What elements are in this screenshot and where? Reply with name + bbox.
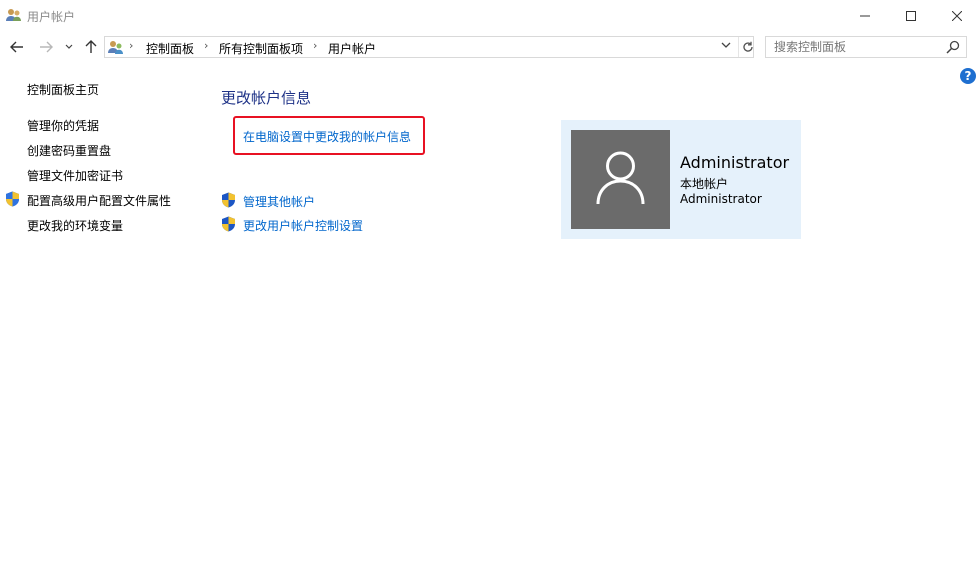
account-name: Administrator — [680, 153, 790, 172]
page-title: 更改帐户信息 — [221, 89, 312, 107]
breadcrumb-separator-icon: › — [129, 39, 134, 52]
forward-button[interactable] — [37, 37, 55, 57]
refresh-icon — [742, 41, 753, 52]
sidebar-item-manage-credentials[interactable]: 管理你的凭据 — [27, 117, 99, 134]
manage-other-accounts-link[interactable]: 管理其他帐户 — [243, 193, 315, 210]
account-card: Administrator 本地帐户 Administrator — [561, 120, 801, 239]
address-dropdown-button[interactable] — [721, 39, 731, 52]
refresh-button[interactable] — [738, 37, 756, 57]
sidebar-item-create-reset-disk[interactable]: 创建密码重置盘 — [27, 142, 111, 159]
window-title: 用户帐户 — [27, 10, 76, 24]
chevron-down-icon — [721, 42, 731, 48]
forward-arrow-icon — [40, 41, 53, 53]
up-arrow-icon — [85, 40, 97, 53]
breadcrumb-all-items[interactable]: 所有控制面板项 — [219, 40, 303, 57]
change-account-in-pc-settings-link[interactable]: 在电脑设置中更改我的帐户信息 — [243, 128, 411, 145]
close-icon — [952, 10, 962, 21]
account-username: Administrator — [680, 192, 762, 206]
sidebar-item-advanced-profile-properties[interactable]: 配置高级用户配置文件属性 — [27, 192, 171, 209]
chevron-down-icon — [65, 44, 73, 49]
control-panel-users-icon — [108, 41, 123, 54]
search-input[interactable] — [766, 37, 944, 57]
title-bar: 用户帐户 — [0, 0, 979, 31]
search-box[interactable] — [765, 36, 967, 58]
account-type: 本地帐户 — [680, 177, 729, 191]
users-icon — [6, 9, 21, 21]
search-icon[interactable] — [946, 40, 960, 54]
minimize-button[interactable] — [842, 0, 888, 31]
back-button[interactable] — [8, 37, 26, 57]
uac-shield-icon — [222, 216, 235, 232]
uac-shield-icon — [6, 191, 19, 207]
breadcrumb-separator-icon: › — [204, 39, 209, 52]
breadcrumb-separator-icon: › — [313, 39, 318, 52]
breadcrumb-control-panel[interactable]: 控制面板 — [146, 40, 194, 57]
help-button[interactable]: ? — [960, 68, 976, 84]
minimize-icon — [860, 15, 870, 16]
breadcrumb-user-accounts[interactable]: 用户帐户 — [328, 40, 376, 57]
back-arrow-icon — [10, 41, 23, 53]
sidebar-item-manage-encryption-certs[interactable]: 管理文件加密证书 — [27, 167, 123, 184]
sidebar-item-environment-variables[interactable]: 更改我的环境变量 — [27, 217, 123, 234]
recent-locations-button[interactable] — [62, 37, 76, 57]
close-button[interactable] — [934, 0, 979, 31]
up-button[interactable] — [82, 37, 100, 57]
uac-shield-icon — [222, 192, 235, 208]
change-uac-settings-link[interactable]: 更改用户帐户控制设置 — [243, 217, 363, 234]
sidebar-item-control-panel-home[interactable]: 控制面板主页 — [27, 81, 99, 98]
maximize-button[interactable] — [888, 0, 934, 31]
user-icon — [596, 151, 645, 205]
maximize-icon — [906, 10, 916, 21]
address-bar[interactable]: › 控制面板 › 所有控制面板项 › 用户帐户 — [104, 36, 754, 58]
avatar — [571, 130, 670, 229]
